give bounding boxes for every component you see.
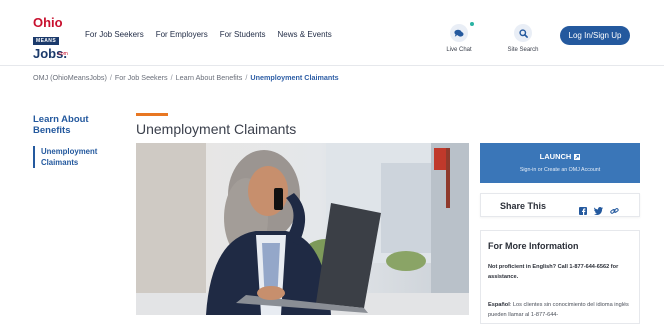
launch-title: LAUNCH <box>480 152 640 161</box>
logo-ohio: Ohio <box>33 15 63 30</box>
title-accent-bar <box>136 113 168 116</box>
page-title: Unemployment Claimants <box>136 121 297 137</box>
facebook-icon[interactable] <box>579 202 587 220</box>
site-search-button[interactable]: Site Search <box>493 24 553 53</box>
english-assistance-text: Not proficient in English? Call 1-877-64… <box>488 264 619 280</box>
logo-dotcom: .com <box>57 51 68 57</box>
breadcrumb-current: Unemployment Claimants <box>250 73 339 82</box>
more-information-panel: For More Information Not proficient in E… <box>480 230 640 324</box>
twitter-icon[interactable] <box>593 202 603 220</box>
live-chat-button[interactable]: Live Chat <box>429 22 489 53</box>
espanol-label: Español <box>488 302 510 308</box>
main-nav: For Job Seekers For Employers For Studen… <box>85 30 332 39</box>
logo-means: MEANS <box>33 37 60 45</box>
link-icon[interactable] <box>610 202 619 220</box>
spanish-assistance-text: Español: Los clientes sin conocimiento d… <box>488 300 638 320</box>
online-indicator-icon <box>470 22 474 26</box>
launch-subtitle: Sign-in or Create an OMJ Account <box>519 167 601 173</box>
share-bar: Share This <box>480 193 640 217</box>
site-header: Ohio MEANS Jobs. .com For Job Seekers Fo… <box>0 0 664 66</box>
sidebar-title-learn-about-benefits[interactable]: Learn About Benefits <box>33 114 113 136</box>
breadcrumb-learn-benefits[interactable]: Learn About Benefits <box>176 73 243 82</box>
breadcrumb-separator: / <box>170 73 173 82</box>
ohio-means-jobs-logo[interactable]: Ohio MEANS Jobs. .com <box>33 15 73 60</box>
breadcrumb-job-seekers[interactable]: For Job Seekers <box>115 73 168 82</box>
more-information-heading: For More Information <box>488 241 579 251</box>
espanol-text: : Los clientes sin conocimiento del idio… <box>488 302 629 318</box>
launch-label: LAUNCH <box>539 152 572 161</box>
breadcrumb-separator: / <box>109 73 112 82</box>
share-this-label: Share This <box>500 201 547 211</box>
live-chat-label: Live Chat <box>446 47 472 53</box>
login-signup-button[interactable]: Log In/Sign Up <box>560 26 630 45</box>
sidebar-item-unemployment-claimants[interactable]: Unemployment Claimants <box>33 146 113 168</box>
nav-job-seekers[interactable]: For Job Seekers <box>85 30 144 39</box>
breadcrumb-separator: / <box>245 73 248 82</box>
nav-news-events[interactable]: News & Events <box>278 30 332 39</box>
search-icon <box>514 24 532 42</box>
nav-students[interactable]: For Students <box>220 30 266 39</box>
breadcrumb: OMJ (OhioMeansJobs) / For Job Seekers / Lear… <box>33 73 339 82</box>
breadcrumb-omj[interactable]: OMJ (OhioMeansJobs) <box>33 73 107 82</box>
site-search-label: Site Search <box>507 47 539 53</box>
chat-bubble-icon <box>450 24 468 42</box>
hero-photo-woman-on-phone-with-laptop <box>136 143 469 315</box>
launch-button[interactable]: LAUNCH Sign-in or Create an OMJ Account <box>480 143 640 183</box>
nav-employers[interactable]: For Employers <box>156 30 208 39</box>
external-link-icon <box>574 153 581 160</box>
